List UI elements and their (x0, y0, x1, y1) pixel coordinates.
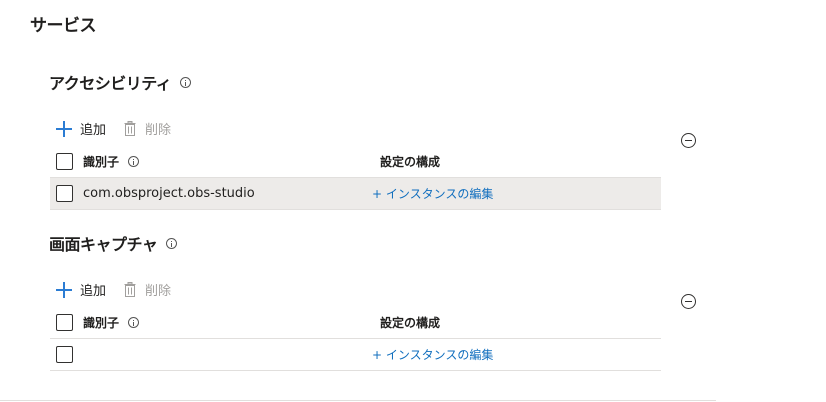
table-row[interactable]: + インスタンスの編集 (50, 339, 661, 371)
row-checkbox[interactable] (56, 346, 73, 363)
toolbar-screen-capture: 追加 削除 (56, 280, 171, 299)
add-button[interactable]: 追加 (56, 119, 106, 138)
table-header: 識別子 設定の構成 (50, 307, 661, 339)
delete-button[interactable]: 削除 (124, 119, 171, 138)
identifier-header-label: 識別子 (83, 155, 120, 169)
add-label: 追加 (80, 123, 107, 138)
edit-instance-link[interactable]: + インスタンスの編集 (372, 185, 493, 202)
plus-icon (56, 281, 72, 298)
select-all-checkbox[interactable] (56, 153, 73, 170)
table-screen-capture: 識別子 設定の構成 + インスタンスの編集 (50, 307, 661, 371)
divider (0, 400, 716, 401)
delete-button[interactable]: 削除 (124, 280, 171, 299)
toolbar-accessibility: 追加 削除 (56, 119, 171, 138)
add-label: 追加 (80, 284, 107, 299)
info-icon[interactable] (180, 76, 192, 88)
table-row[interactable]: com.obsproject.obs-studio + インスタンスの編集 (50, 178, 661, 210)
edit-instance-link[interactable]: + インスタンスの編集 (372, 346, 493, 363)
identifier-header-label: 識別子 (83, 316, 120, 330)
row-identifier: com.obsproject.obs-studio (83, 186, 255, 201)
section-title-label: 画面キャプチャ (49, 235, 158, 254)
trash-icon (124, 121, 136, 136)
plus-icon (56, 120, 72, 137)
row-checkbox[interactable] (56, 185, 73, 202)
page-title: サービス (30, 16, 97, 36)
table-accessibility: 識別子 設定の構成 com.obsproject.obs-studio + イン… (50, 146, 661, 210)
identifier-header: 識別子 (83, 153, 140, 170)
trash-icon (124, 282, 136, 297)
delete-label: 削除 (145, 123, 172, 138)
info-icon[interactable] (166, 237, 178, 249)
delete-label: 削除 (145, 284, 172, 299)
section-title-screen-capture: 画面キャプチャ (49, 231, 178, 255)
config-header: 設定の構成 (380, 316, 441, 330)
collapse-icon[interactable] (681, 294, 696, 309)
select-all-checkbox[interactable] (56, 314, 73, 331)
identifier-header: 識別子 (83, 314, 140, 331)
section-title-accessibility: アクセシビリティ (49, 70, 192, 94)
config-header: 設定の構成 (380, 155, 441, 169)
info-icon[interactable] (128, 317, 140, 328)
section-title-label: アクセシビリティ (49, 74, 172, 93)
add-button[interactable]: 追加 (56, 280, 106, 299)
collapse-icon[interactable] (681, 133, 696, 148)
table-header: 識別子 設定の構成 (50, 146, 661, 178)
info-icon[interactable] (128, 156, 140, 167)
